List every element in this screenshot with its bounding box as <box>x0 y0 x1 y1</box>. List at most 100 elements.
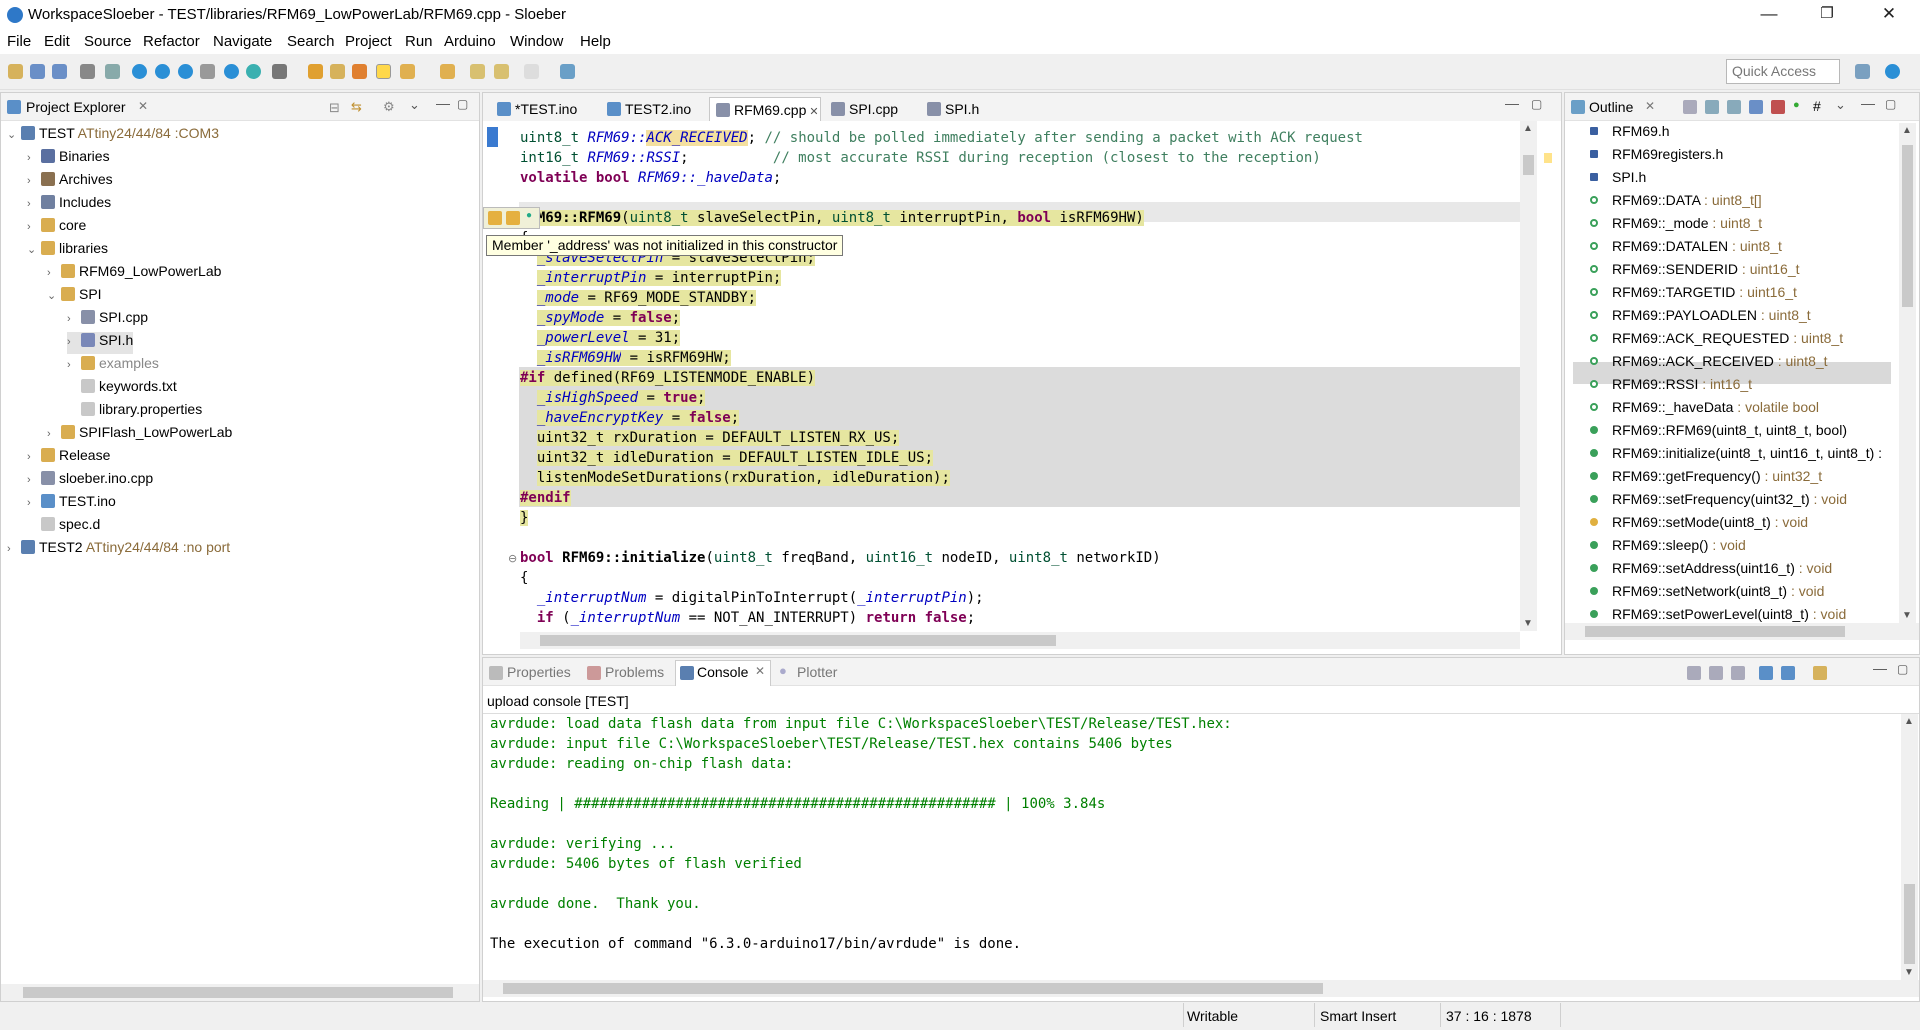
outline-vscroll[interactable]: ▲ ▼ <box>1899 123 1916 623</box>
outline-item[interactable]: RFM69.h <box>1590 123 1670 145</box>
tree-item[interactable]: › sloeber.ino.cpp <box>27 470 153 492</box>
editor-maximize-icon[interactable]: ▢ <box>1531 97 1542 111</box>
menu-edit[interactable]: Edit <box>44 33 70 50</box>
hide-defines-icon[interactable]: ● <box>1793 99 1800 111</box>
expand-right-icon[interactable]: › <box>27 497 41 509</box>
link-editor-icon[interactable]: ⇆ <box>351 99 362 115</box>
hide-nonpublic-icon[interactable] <box>1749 100 1763 114</box>
outline-item[interactable]: SPI.h <box>1590 169 1646 191</box>
tab-plotter[interactable]: Plotter <box>797 664 837 680</box>
expand-right-icon[interactable]: › <box>67 336 81 348</box>
pin-console-icon[interactable] <box>1759 666 1773 680</box>
outline-item[interactable]: RFM69::initialize(uint8_t, uint16_t, uin… <box>1590 445 1882 467</box>
save-all-icon[interactable] <box>52 64 67 79</box>
tree-item[interactable]: › TEST.ino <box>27 493 116 515</box>
save-icon[interactable] <box>30 64 45 79</box>
menu-window[interactable]: Window <box>510 33 563 50</box>
sort-icon[interactable] <box>1683 100 1697 114</box>
tree-item[interactable]: › SPI.cpp <box>67 309 148 331</box>
fold-collapse-icon[interactable]: ⊖ <box>508 552 517 565</box>
tree-item[interactable]: › examples <box>67 355 159 377</box>
debug-icon[interactable] <box>272 64 287 79</box>
expand-right-icon[interactable]: › <box>27 152 41 164</box>
close-button[interactable]: ✕ <box>1860 0 1918 30</box>
console-minimize-icon[interactable]: — <box>1873 660 1887 676</box>
menu-refactor[interactable]: Refactor <box>143 33 200 50</box>
next-annotation-icon[interactable] <box>400 64 415 79</box>
menu-arduino[interactable]: Arduino <box>444 33 496 50</box>
open-console-icon[interactable] <box>1813 666 1827 680</box>
expand-right-icon[interactable]: › <box>27 198 41 210</box>
scroll-thumb[interactable] <box>23 987 453 998</box>
outline-item[interactable]: RFM69::RFM69(uint8_t, uint8_t, bool) <box>1590 422 1847 444</box>
outline-item[interactable]: RFM69::getFrequency() : uint32_t <box>1590 468 1822 490</box>
editor-tab[interactable]: RFM69.cpp ✕ <box>709 97 821 122</box>
maximize-view-icon[interactable]: ▢ <box>457 97 468 111</box>
tree-item[interactable]: › core <box>27 217 86 239</box>
outline-title[interactable]: Outline <box>1589 99 1633 115</box>
warning-lightbulb-icon[interactable] <box>506 211 520 225</box>
tree-item[interactable]: › SPI.h <box>67 332 134 354</box>
outline-item[interactable]: RFM69::ACK_RECEIVED : uint8_t <box>1590 353 1828 375</box>
menu-run[interactable]: Run <box>405 33 433 50</box>
tree-item[interactable]: library.properties <box>67 401 202 423</box>
tree-item[interactable]: ⌄ TEST ATtiny24/44/84 :COM3 <box>7 125 219 147</box>
menu-help[interactable]: Help <box>580 33 611 50</box>
new-icon[interactable] <box>8 64 23 79</box>
tree-item[interactable]: spec.d <box>27 516 100 538</box>
menu-file[interactable]: File <box>7 33 31 50</box>
outline-close-icon[interactable]: ✕ <box>1645 99 1655 113</box>
clear-console-icon[interactable] <box>1687 666 1701 680</box>
refresh-icon[interactable] <box>105 64 120 79</box>
expand-right-icon[interactable]: › <box>67 313 81 325</box>
minimize-view-icon[interactable]: — <box>436 95 450 111</box>
expand-right-icon[interactable]: › <box>7 543 21 555</box>
editor-tab[interactable]: *TEST.ino <box>491 97 595 122</box>
scroll-thumb[interactable] <box>1523 155 1534 175</box>
outline-menu-chevron-icon[interactable]: ⌄ <box>1835 97 1846 113</box>
plotter-icon[interactable] <box>246 64 261 79</box>
project-explorer-title[interactable]: Project Explorer <box>26 99 126 115</box>
tree-item[interactable]: ⌄ libraries <box>27 240 108 262</box>
serial-monitor-icon[interactable] <box>224 64 239 79</box>
menu-search[interactable]: Search <box>287 33 335 50</box>
prev-annotation-icon[interactable] <box>440 64 455 79</box>
console-maximize-icon[interactable]: ▢ <box>1897 662 1908 676</box>
restore-button[interactable]: ❐ <box>1798 0 1856 30</box>
hide-members-icon[interactable] <box>1771 100 1785 114</box>
outline-item[interactable]: RFM69::setNetwork(uint8_t) : void <box>1590 583 1824 605</box>
console-hscroll[interactable] <box>483 980 1919 997</box>
search-toolbar-icon[interactable] <box>352 64 367 79</box>
console-vscroll[interactable]: ▲ ▼ <box>1901 714 1918 980</box>
last-edit-icon[interactable] <box>470 64 485 79</box>
hide-fields-icon[interactable] <box>1705 100 1719 114</box>
minimize-button[interactable]: — <box>1740 0 1798 30</box>
editor-hscroll[interactable] <box>520 632 1520 649</box>
expand-right-icon[interactable]: › <box>27 451 41 463</box>
stop-icon[interactable] <box>178 64 193 79</box>
tree-item[interactable]: › Release <box>27 447 110 469</box>
tree-item[interactable]: keywords.txt <box>67 378 177 400</box>
open-perspective-icon[interactable] <box>1855 64 1870 79</box>
display-console-icon[interactable] <box>1781 666 1795 680</box>
tree-item[interactable]: › Archives <box>27 171 113 193</box>
outline-item[interactable]: RFM69::RSSI : int16_t <box>1590 376 1752 398</box>
hide-includes-icon[interactable]: # <box>1813 98 1821 114</box>
tree-item[interactable]: › RFM69_LowPowerLab <box>47 263 221 285</box>
tree-item[interactable]: › TEST2 ATtiny24/44/84 :no port <box>7 539 230 561</box>
outline-item[interactable]: RFM69registers.h <box>1590 146 1723 168</box>
open-type-icon[interactable] <box>308 64 323 79</box>
tree-item[interactable]: ⌄ SPI <box>47 286 102 308</box>
forward-icon[interactable] <box>524 64 539 79</box>
outline-item[interactable]: RFM69::sleep() : void <box>1590 537 1746 559</box>
back-icon[interactable] <box>494 64 509 79</box>
console-close-icon[interactable]: ✕ <box>755 664 765 678</box>
scroll-thumb[interactable] <box>540 635 1056 646</box>
tab-problems[interactable]: Problems <box>605 664 664 680</box>
expand-down-icon[interactable]: ⌄ <box>27 243 41 256</box>
pin-editor-icon[interactable] <box>560 64 575 79</box>
outline-item[interactable]: RFM69::PAYLOADLEN : uint8_t <box>1590 307 1811 329</box>
scroll-lock-icon[interactable] <box>1709 666 1723 680</box>
menu-project[interactable]: Project <box>345 33 392 50</box>
expand-right-icon[interactable]: › <box>67 359 81 371</box>
